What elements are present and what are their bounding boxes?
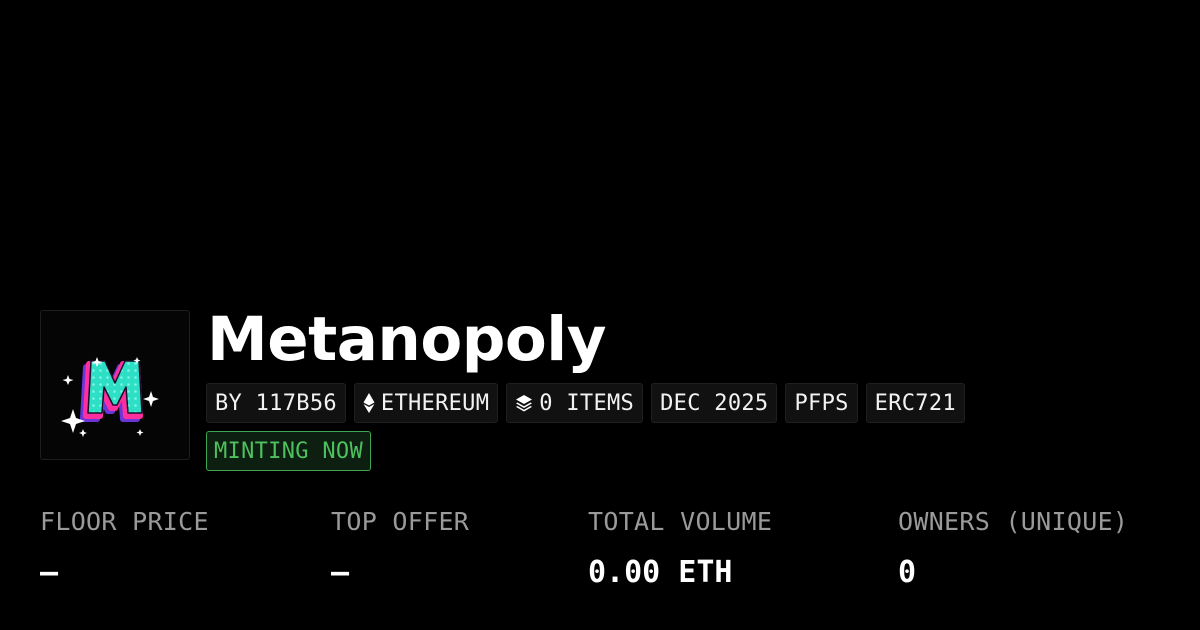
stat-total-volume: TOTAL VOLUME 0.00 ETH <box>588 503 772 592</box>
stat-total-volume-label: TOTAL VOLUME <box>588 507 773 536</box>
stat-floor-price-label: FLOOR PRICE <box>40 507 209 536</box>
stat-owners-value: 0 <box>898 555 917 590</box>
stat-top-offer-label: TOP OFFER <box>331 507 470 536</box>
tag-category-label: PFPS <box>794 390 849 416</box>
ethereum-icon <box>363 392 375 414</box>
stat-total-volume-value: 0.00 ETH <box>588 555 733 590</box>
stat-floor-price: FLOOR PRICE – <box>40 503 209 592</box>
tag-chain-label: ETHEREUM <box>380 390 490 416</box>
tag-date[interactable]: DEC 2025 <box>651 383 778 423</box>
layers-icon <box>515 394 533 412</box>
stat-floor-price-value: – <box>40 555 59 590</box>
metanopoly-m-logo-icon <box>61 357 159 437</box>
tag-chain[interactable]: ETHEREUM <box>353 383 499 423</box>
tag-creator[interactable]: BY 117B56 <box>206 383 346 423</box>
collection-tags: BY 117B56 ETHEREUM 0 ITEMS DEC 2025 PFPS… <box>206 383 965 423</box>
stat-owners: OWNERS (UNIQUE) 0 <box>898 503 1128 592</box>
minting-status-badge[interactable]: MINTING NOW <box>206 431 371 471</box>
tag-standard[interactable]: ERC721 <box>865 383 965 423</box>
tag-items-label: 0 ITEMS <box>539 390 635 416</box>
stat-owners-label: OWNERS (UNIQUE) <box>898 507 1129 536</box>
collection-title: Metanopoly <box>207 304 606 375</box>
collection-logo <box>40 310 190 460</box>
tag-standard-label: ERC721 <box>874 390 956 416</box>
stat-top-offer-value: – <box>331 555 350 590</box>
stat-top-offer: TOP OFFER – <box>331 503 469 592</box>
tag-items[interactable]: 0 ITEMS <box>506 383 644 423</box>
tag-date-label: DEC 2025 <box>660 390 769 416</box>
tag-creator-label: BY 117B56 <box>215 390 337 416</box>
tag-category[interactable]: PFPS <box>785 383 858 423</box>
